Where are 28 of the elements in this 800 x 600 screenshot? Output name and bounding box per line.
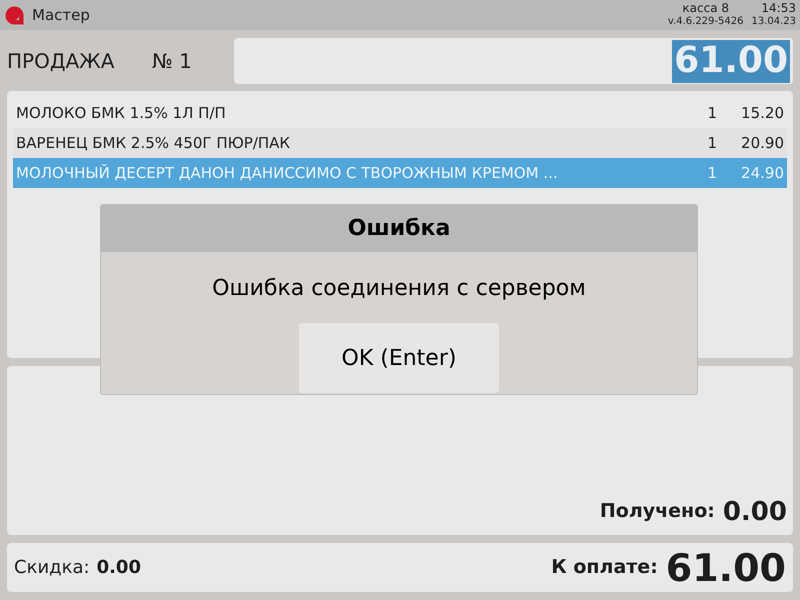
discount-amount: 0.00 [96, 556, 141, 580]
app-title: Мастер [32, 4, 90, 26]
ok-button[interactable]: OK (Enter) [299, 323, 499, 393]
item-quantity: 1 [706, 132, 717, 154]
total-amount: 61.00 [672, 40, 790, 82]
item-quantity: 1 [706, 162, 717, 184]
logo-icon [4, 4, 25, 26]
item-row[interactable]: ВАРЕНЕЦ БМК 2.5% 450Г ПЮР/ПАК 1 20.90 [13, 128, 787, 158]
item-price: 15.20 [740, 102, 784, 124]
received-label: Получено: [600, 498, 715, 524]
register-label: касса 8 [681, 1, 730, 15]
dialog-message: Ошибка соединения с сервером [212, 275, 586, 303]
item-price: 24.90 [740, 162, 784, 184]
item-name: МОЛОЧНЫЙ ДЕСЕРТ ДАНОН ДАНИССИМО С ТВОРОЖНЫМ КРЕМОМ ... [16, 162, 559, 184]
item-quantity: 1 [706, 102, 717, 124]
amount-due: 61.00 [666, 546, 786, 590]
item-name: ВАРЕНЕЦ БМК 2.5% 450Г ПЮР/ПАК [16, 132, 292, 154]
dialog-title: Ошибка [348, 215, 450, 243]
item-price: 20.90 [740, 132, 784, 154]
discount-label: Скидка: [14, 556, 90, 580]
date-label: 13.04.23 [751, 15, 796, 29]
sale-title: ПРОДАЖА [7, 48, 116, 75]
amount-due-label: К оплате: [551, 555, 658, 580]
sale-number: № 1 [152, 48, 193, 75]
version-label: v.4.6.229-5426 [668, 15, 744, 29]
item-name: МОЛОКО БМК 1.5% 1Л П/П [16, 102, 227, 124]
received-amount: 0.00 [722, 497, 787, 527]
clock-time: 14:53 [760, 1, 796, 15]
